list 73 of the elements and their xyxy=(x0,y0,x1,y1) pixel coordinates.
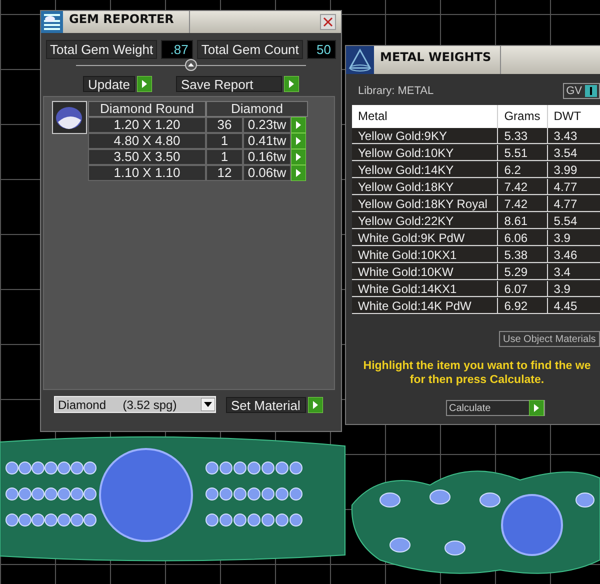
column-header: Diamond Round xyxy=(88,101,206,117)
column-header: Metal xyxy=(352,105,498,128)
table-cell: 3.43 xyxy=(548,128,600,144)
table-cell: 36 xyxy=(206,117,243,133)
table-cell: 3.54 xyxy=(548,145,600,161)
column-header: Diamond xyxy=(206,101,308,117)
table-cell: Yellow Gold:22KY xyxy=(352,213,498,229)
table-cell: 3.99 xyxy=(548,162,600,178)
table-cell: 7.42 xyxy=(498,196,548,212)
table-cell: 1 xyxy=(206,133,243,149)
total-gem-count-value: 50 xyxy=(306,40,336,59)
table-cell: 1.10 X 1.10 xyxy=(88,165,206,181)
table-cell: White Gold:14KX1 xyxy=(352,281,498,297)
table-cell: 3.9 xyxy=(548,281,600,297)
table-cell: 3.9 xyxy=(548,230,600,246)
gv-toggle[interactable]: GV xyxy=(563,83,600,99)
table-cell: 4.80 X 4.80 xyxy=(88,133,206,149)
material-dropdown[interactable]: Diamond (3.52 spg) xyxy=(54,396,216,413)
table-cell: 6.2 xyxy=(498,162,548,178)
table-cell: Yellow Gold:9KY xyxy=(352,128,498,144)
table-cell: Yellow Gold:18KY xyxy=(352,179,498,195)
table-cell: 5.33 xyxy=(498,128,548,144)
table-cell: 0.41tw xyxy=(243,133,291,149)
table-cell: 0.06tw xyxy=(243,165,291,181)
table-cell: White Gold:10KW xyxy=(352,264,498,280)
window-title: GEM REPORTER xyxy=(63,11,190,33)
table-cell: 8.61 xyxy=(498,213,548,229)
table-cell: Yellow Gold:10KY xyxy=(352,145,498,161)
total-gem-weight-value: .87 xyxy=(161,40,194,59)
table-cell: 4.77 xyxy=(548,196,600,212)
table-cell: White Gold:10KX1 xyxy=(352,247,498,263)
set-material-button[interactable]: Set Material xyxy=(226,396,306,412)
toggle-switch-icon[interactable] xyxy=(585,85,597,97)
table-cell: White Gold:14K PdW xyxy=(352,298,498,314)
column-header: DWT xyxy=(548,105,600,128)
table-cell: Yellow Gold:14KY xyxy=(352,162,498,178)
table-cell: 4.77 xyxy=(548,179,600,195)
play-arrow-icon[interactable] xyxy=(308,396,323,412)
caret-icon[interactable] xyxy=(201,398,215,411)
table-cell: 5.29 xyxy=(498,264,548,280)
gem-icon xyxy=(52,101,87,134)
table-cell: 5.54 xyxy=(548,213,600,229)
table-cell: 6.07 xyxy=(498,281,548,297)
table-cell: 1 xyxy=(206,149,243,165)
pyramid-app-icon xyxy=(346,46,374,74)
table-cell: 5.38 xyxy=(498,247,548,263)
save-report-button[interactable]: Save Report xyxy=(176,76,282,92)
table-cell: 4.45 xyxy=(548,298,600,314)
column-header: Grams xyxy=(498,105,548,128)
window-title: METAL WEIGHTS xyxy=(374,46,501,74)
use-object-materials-button[interactable]: Use Object Materials xyxy=(499,331,600,347)
table-cell: 3.46 xyxy=(548,247,600,263)
table-cell: 0.23tw xyxy=(243,117,291,133)
table-cell: 3.4 xyxy=(548,264,600,280)
table-cell: 7.42 xyxy=(498,179,548,195)
table-cell: 12 xyxy=(206,165,243,181)
calculate-button[interactable]: Calculate xyxy=(447,401,529,415)
total-gem-weight-label: Total Gem Weight xyxy=(46,40,158,59)
update-button[interactable]: Update xyxy=(83,76,135,92)
table-cell: White Gold:9K PdW xyxy=(352,230,498,246)
library-label: Library: METAL xyxy=(358,85,434,97)
collapse-handle-icon[interactable] xyxy=(185,59,197,71)
table-cell: 1.20 X 1.20 xyxy=(88,117,206,133)
list-app-icon xyxy=(41,11,63,33)
table-cell: 0.16tw xyxy=(243,149,291,165)
table-cell: Yellow Gold:18KY Royal xyxy=(352,196,498,212)
total-gem-count-label: Total Gem Count xyxy=(197,40,303,59)
table-cell: 6.92 xyxy=(498,298,548,314)
table-cell: 3.50 X 3.50 xyxy=(88,149,206,165)
table-cell: 5.51 xyxy=(498,145,548,161)
instruction-text: Highlight the item you want to find the we for then press Calculate. xyxy=(362,359,592,387)
close-icon[interactable] xyxy=(320,14,336,30)
table-cell: 6.06 xyxy=(498,230,548,246)
